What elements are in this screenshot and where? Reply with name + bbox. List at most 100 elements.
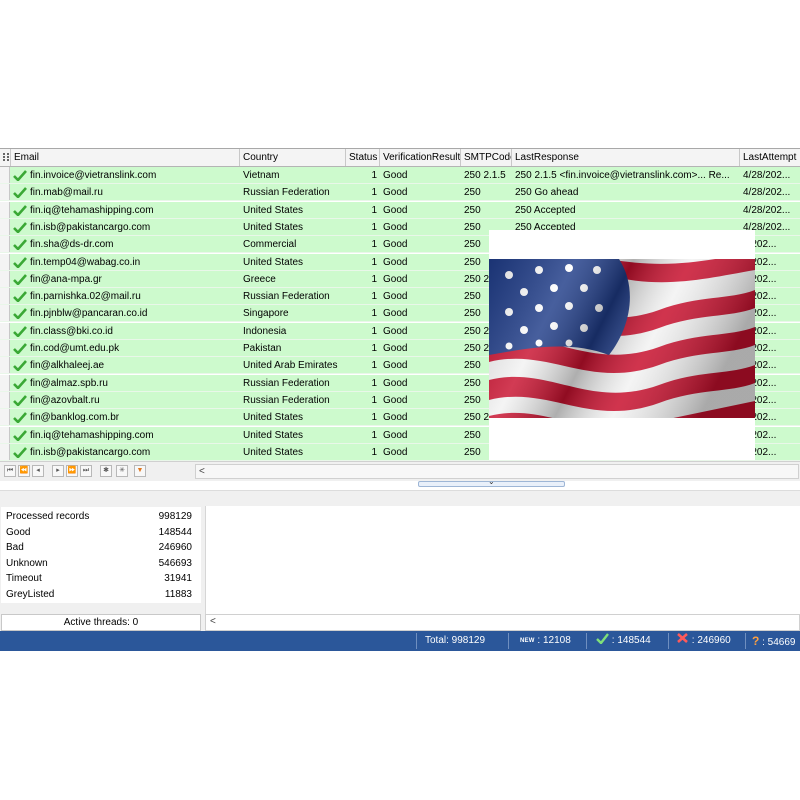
cell-status[interactable]: 1 bbox=[346, 444, 380, 461]
cell-country[interactable]: United States bbox=[240, 202, 346, 219]
cell-verification-result[interactable]: Good bbox=[380, 323, 461, 340]
grid-menu-icon[interactable] bbox=[3, 153, 9, 162]
cell-status[interactable]: 1 bbox=[346, 323, 380, 340]
refresh-button[interactable]: ✳ bbox=[116, 465, 128, 477]
prev-page-button[interactable]: ⏪ bbox=[18, 465, 30, 477]
cell-status[interactable]: 1 bbox=[346, 409, 380, 427]
cell-country[interactable]: United States bbox=[240, 219, 346, 236]
prev-record-button[interactable]: ◂ bbox=[32, 465, 44, 477]
cell-email[interactable]: fin.class@bki.co.id bbox=[0, 323, 240, 340]
cell-email[interactable]: fin.parnishka.02@mail.ru bbox=[0, 288, 240, 306]
cell-email[interactable]: fin.invoice@vietranslink.com bbox=[0, 167, 240, 184]
cell-last-attempt[interactable]: 4/28/202... bbox=[740, 167, 800, 184]
next-page-button[interactable]: ⏩ bbox=[66, 465, 78, 477]
cell-country[interactable]: United States bbox=[240, 409, 346, 427]
cell-country[interactable]: Singapore bbox=[240, 305, 346, 323]
column-header-country[interactable]: Country bbox=[240, 149, 346, 166]
cell-verification-result[interactable]: Good bbox=[380, 427, 461, 444]
cell-country[interactable]: United Arab Emirates bbox=[240, 357, 346, 375]
cell-smtp-code[interactable]: 250 bbox=[461, 184, 512, 202]
cell-status[interactable]: 1 bbox=[346, 375, 380, 392]
cell-last-attempt[interactable]: 4/28/202... bbox=[740, 184, 800, 202]
cell-verification-result[interactable]: Good bbox=[380, 219, 461, 236]
cell-country[interactable]: Indonesia bbox=[240, 323, 346, 340]
cell-email[interactable]: fin@ana-mpa.gr bbox=[0, 271, 240, 288]
cell-last-attempt[interactable]: 4/28/202... bbox=[740, 202, 800, 219]
cell-last-response[interactable]: 250 Accepted bbox=[512, 202, 740, 219]
table-row[interactable]: fin.invoice@vietranslink.com Vietnam 1 Good… bbox=[0, 167, 800, 184]
grid-horizontal-scrollbar[interactable]: < bbox=[195, 464, 799, 479]
cell-country[interactable]: Russian Federation bbox=[240, 392, 346, 409]
cell-verification-result[interactable]: Good bbox=[380, 167, 461, 184]
log-horizontal-scrollbar[interactable]: < bbox=[205, 614, 800, 631]
cell-verification-result[interactable]: Good bbox=[380, 392, 461, 409]
cell-status[interactable]: 1 bbox=[346, 392, 380, 409]
cell-email[interactable]: fin.temp04@wabag.co.in bbox=[0, 254, 240, 271]
column-header-last-response[interactable]: LastResponse bbox=[512, 149, 740, 166]
column-header-verification-result[interactable]: VerificationResult bbox=[380, 149, 461, 166]
cell-email[interactable]: fin@banklog.com.br bbox=[0, 409, 240, 427]
cell-email[interactable]: fin.iq@tehamashipping.com bbox=[0, 427, 240, 444]
cell-status[interactable]: 1 bbox=[346, 357, 380, 375]
cell-status[interactable]: 1 bbox=[346, 288, 380, 306]
log-scroll-left-arrow-icon[interactable]: < bbox=[210, 616, 216, 627]
cell-email[interactable]: fin.pjnblw@pancaran.co.id bbox=[0, 305, 240, 323]
cell-country[interactable]: Greece bbox=[240, 271, 346, 288]
cell-status[interactable]: 1 bbox=[346, 184, 380, 202]
cell-email[interactable]: fin@azovbalt.ru bbox=[0, 392, 240, 409]
cell-email[interactable]: fin.cod@umt.edu.pk bbox=[0, 340, 240, 357]
table-row[interactable]: fin.iq@tehamashipping.com United States 1 G… bbox=[0, 201, 800, 219]
splitter-handle[interactable]: ⌄ bbox=[418, 477, 565, 487]
cell-status[interactable]: 1 bbox=[346, 340, 380, 357]
cell-country[interactable]: Russian Federation bbox=[240, 288, 346, 306]
cell-smtp-code[interactable]: 250 2.1.5 bbox=[461, 167, 512, 184]
cell-verification-result[interactable]: Good bbox=[380, 184, 461, 202]
cell-email[interactable]: fin.isb@pakistancargo.com bbox=[0, 219, 240, 236]
column-header-email[interactable]: Email bbox=[11, 149, 240, 166]
cell-country[interactable]: United States bbox=[240, 444, 346, 461]
table-row[interactable]: fin.mab@mail.ru Russian Federation 1 Good 25… bbox=[0, 184, 800, 202]
next-record-button[interactable]: ▸ bbox=[52, 465, 64, 477]
cell-country[interactable]: Russian Federation bbox=[240, 184, 346, 202]
cell-status[interactable]: 1 bbox=[346, 202, 380, 219]
cell-status[interactable]: 1 bbox=[346, 271, 380, 288]
cell-last-response[interactable]: 250 Go ahead bbox=[512, 184, 740, 202]
cell-status[interactable]: 1 bbox=[346, 236, 380, 254]
cell-status[interactable]: 1 bbox=[346, 219, 380, 236]
cell-verification-result[interactable]: Good bbox=[380, 444, 461, 461]
last-page-button[interactable]: ⏭ bbox=[80, 465, 92, 477]
cell-country[interactable]: Vietnam bbox=[240, 167, 346, 184]
cell-email[interactable]: fin@alkhaleej.ae bbox=[0, 357, 240, 375]
cell-verification-result[interactable]: Good bbox=[380, 375, 461, 392]
cell-smtp-code[interactable]: 250 bbox=[461, 202, 512, 219]
cell-country[interactable]: United States bbox=[240, 427, 346, 444]
cell-email[interactable]: fin@almaz.spb.ru bbox=[0, 375, 240, 392]
cell-country[interactable]: Pakistan bbox=[240, 340, 346, 357]
cell-verification-result[interactable]: Good bbox=[380, 236, 461, 254]
cell-verification-result[interactable]: Good bbox=[380, 202, 461, 219]
column-header-status[interactable]: Status bbox=[346, 149, 380, 166]
cell-verification-result[interactable]: Good bbox=[380, 357, 461, 375]
cell-status[interactable]: 1 bbox=[346, 167, 380, 184]
column-header-last-attempt[interactable]: LastAttempt bbox=[740, 149, 800, 166]
column-header-smtp-code[interactable]: SMTPCode bbox=[461, 149, 512, 166]
panel-splitter[interactable]: ⌄ bbox=[0, 477, 800, 489]
cell-verification-result[interactable]: Good bbox=[380, 340, 461, 357]
cell-verification-result[interactable]: Good bbox=[380, 271, 461, 288]
cell-verification-result[interactable]: Good bbox=[380, 254, 461, 271]
cell-country[interactable]: Russian Federation bbox=[240, 375, 346, 392]
cell-email[interactable]: fin.sha@ds-dr.com bbox=[0, 236, 240, 254]
cell-last-response[interactable]: 250 2.1.5 <fin.invoice@vietranslink.com>… bbox=[512, 167, 740, 184]
scroll-left-arrow-icon[interactable]: < bbox=[199, 465, 205, 478]
row-indicator-header[interactable] bbox=[0, 149, 11, 166]
cell-verification-result[interactable]: Good bbox=[380, 288, 461, 306]
cell-status[interactable]: 1 bbox=[346, 305, 380, 323]
cell-verification-result[interactable]: Good bbox=[380, 305, 461, 323]
cell-status[interactable]: 1 bbox=[346, 427, 380, 444]
cell-email[interactable]: fin.isb@pakistancargo.com bbox=[0, 444, 240, 461]
first-page-button[interactable]: ⏮ bbox=[4, 465, 16, 477]
filter-button[interactable]: ▼ bbox=[134, 465, 146, 477]
cell-verification-result[interactable]: Good bbox=[380, 409, 461, 427]
cell-email[interactable]: fin.mab@mail.ru bbox=[0, 184, 240, 202]
cell-email[interactable]: fin.iq@tehamashipping.com bbox=[0, 202, 240, 219]
